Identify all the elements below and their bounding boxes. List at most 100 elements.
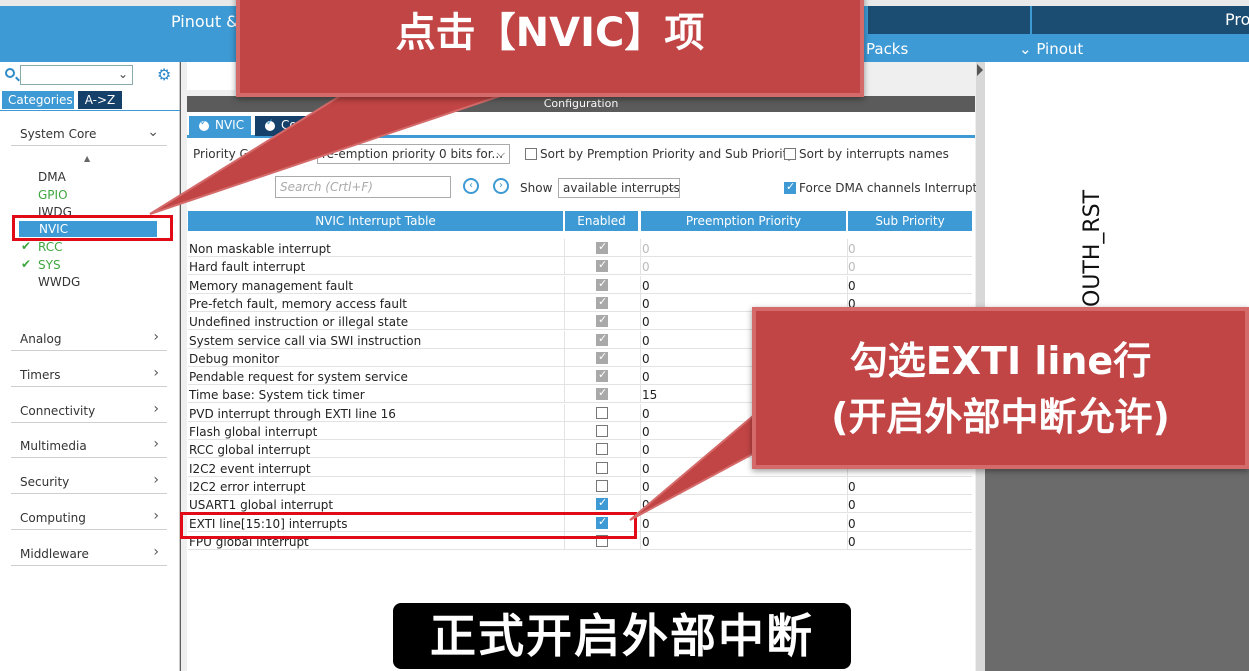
table-row[interactable]: USART1 global interrupt 0 0 bbox=[188, 495, 972, 514]
preemption-priority-cell[interactable]: 0 bbox=[642, 443, 650, 457]
show-select[interactable]: available interrupts ⌵ bbox=[558, 178, 680, 198]
configuration-title: Configuration bbox=[543, 97, 619, 110]
preemption-priority-cell[interactable]: 0 bbox=[642, 535, 650, 549]
table-row[interactable]: I2C2 error interrupt 0 0 bbox=[188, 476, 972, 495]
tab-nvic[interactable]: NVIC bbox=[189, 116, 251, 136]
search-prev-icon[interactable]: ‹ bbox=[463, 178, 479, 194]
sub-priority-cell[interactable]: 0 bbox=[848, 260, 856, 274]
preemption-priority-cell[interactable]: 0 bbox=[642, 297, 650, 311]
table-row[interactable]: Hard fault interrupt 0 0 bbox=[188, 257, 972, 276]
col-header-sub[interactable]: Sub Priority bbox=[848, 211, 972, 231]
tab-code-generation[interactable]: Co bbox=[255, 116, 345, 136]
sidebar-item-gpio[interactable]: GPIO bbox=[38, 188, 68, 202]
sub-priority-cell[interactable]: 0 bbox=[848, 535, 856, 549]
interrupt-name: Hard fault interrupt bbox=[189, 260, 306, 275]
section-middleware[interactable]: Middleware › bbox=[11, 542, 167, 566]
preemption-priority-cell[interactable]: 0 bbox=[642, 279, 650, 293]
chevron-right-icon: › bbox=[153, 436, 159, 452]
collapse-arrow-icon[interactable] bbox=[977, 64, 983, 76]
sub-priority-cell[interactable]: 0 bbox=[848, 517, 856, 531]
tab-strip: Pro bbox=[868, 6, 1249, 34]
table-row[interactable]: Memory management fault 0 0 bbox=[188, 275, 972, 294]
interrupt-search-input[interactable]: Search (Crtl+F) bbox=[275, 176, 451, 198]
enabled-checkbox[interactable] bbox=[596, 425, 608, 437]
enabled-checkbox bbox=[596, 332, 608, 346]
table-row[interactable]: Non maskable interrupt 0 0 bbox=[188, 239, 972, 257]
priority-group-select[interactable]: re-emption priority 0 bits for... ⌵ bbox=[317, 144, 510, 164]
section-analog[interactable]: Analog › bbox=[11, 327, 167, 351]
highlight-nvic bbox=[12, 215, 173, 241]
search-icon bbox=[5, 68, 15, 78]
enabled-checkbox[interactable] bbox=[596, 461, 608, 474]
section-timers[interactable]: Timers › bbox=[11, 363, 167, 387]
preemption-priority-cell[interactable]: 0 bbox=[642, 315, 650, 329]
col-header-name[interactable]: NVIC Interrupt Table bbox=[188, 211, 563, 231]
tab-a-z[interactable]: A->Z bbox=[78, 91, 122, 109]
section-system-core[interactable]: System Core ⌄ bbox=[11, 122, 167, 146]
enabled-checkbox[interactable] bbox=[596, 443, 608, 456]
sub-priority-cell[interactable]: 0 bbox=[848, 480, 856, 494]
section-computing[interactable]: Computing › bbox=[11, 506, 167, 530]
section-security[interactable]: Security › bbox=[11, 470, 167, 494]
column-divider bbox=[564, 440, 565, 459]
callout-text-line2: (开启外部中断允许) bbox=[831, 395, 1170, 439]
preemption-priority-cell[interactable]: 0 bbox=[642, 517, 650, 531]
preemption-priority-cell[interactable]: 0 bbox=[642, 462, 650, 476]
preemption-priority-cell[interactable]: 0 bbox=[642, 352, 650, 366]
force-dma-label: Force DMA channels Interrupts bbox=[799, 181, 984, 195]
sort-names-checkbox[interactable] bbox=[784, 148, 796, 160]
preemption-priority-cell[interactable]: 15 bbox=[642, 388, 657, 402]
tab-categories[interactable]: Categories bbox=[2, 91, 74, 109]
preemption-priority-cell[interactable]: 0 bbox=[642, 498, 650, 512]
preemption-priority-cell[interactable]: 0 bbox=[642, 407, 650, 421]
sort-priority-checkbox[interactable] bbox=[525, 148, 537, 160]
column-divider bbox=[564, 348, 565, 367]
sub-priority-cell[interactable]: 0 bbox=[848, 498, 856, 512]
search-next-icon[interactable]: › bbox=[493, 178, 509, 194]
preemption-priority-cell[interactable]: 0 bbox=[642, 425, 650, 439]
col-header-enabled[interactable]: Enabled bbox=[565, 211, 638, 231]
enabled-checkbox[interactable] bbox=[596, 479, 608, 492]
tab-project-manager[interactable]: Pro bbox=[1225, 10, 1249, 29]
video-subtitle: 正式开启外部中断 bbox=[393, 603, 851, 669]
force-dma-checkbox[interactable] bbox=[784, 180, 796, 194]
preemption-priority-cell[interactable]: 0 bbox=[642, 242, 650, 256]
sidebar-search-combo[interactable]: ⌄ bbox=[20, 65, 133, 85]
sidebar-item-dma[interactable]: DMA bbox=[38, 170, 66, 184]
section-multimedia[interactable]: Multimedia › bbox=[11, 434, 167, 458]
preemption-priority-cell[interactable]: 0 bbox=[642, 260, 650, 274]
section-label: Security bbox=[20, 475, 70, 489]
callout-click-nvic: 点击【NVIC】项 bbox=[236, 0, 864, 97]
col-header-preemption[interactable]: Preemption Priority bbox=[641, 211, 846, 231]
section-connectivity[interactable]: Connectivity › bbox=[11, 399, 167, 423]
preemption-priority-cell[interactable]: 0 bbox=[642, 370, 650, 384]
enabled-checkbox bbox=[596, 240, 608, 254]
chevron-right-icon: › bbox=[153, 365, 159, 381]
column-divider bbox=[564, 495, 565, 514]
preemption-priority-cell[interactable]: 0 bbox=[642, 480, 650, 494]
enabled-checkbox bbox=[596, 295, 608, 309]
sub-priority-cell[interactable]: 0 bbox=[848, 279, 856, 293]
pinout-menu[interactable]: ⌄ Pinout bbox=[1019, 40, 1083, 58]
chevron-right-icon: › bbox=[153, 472, 159, 488]
interrupt-name: Undefined instruction or illegal state bbox=[189, 315, 409, 330]
interrupt-name: Debug monitor bbox=[189, 351, 280, 366]
sidebar-item-sys[interactable]: SYS bbox=[38, 258, 61, 272]
configuration-header: Configuration bbox=[187, 96, 975, 112]
column-divider bbox=[640, 531, 641, 550]
packs-menu[interactable]: Packs bbox=[866, 40, 908, 58]
gear-icon[interactable]: ⚙ bbox=[157, 65, 171, 84]
section-label: Analog bbox=[20, 332, 62, 346]
sidebar-item-wwdg[interactable]: WWDG bbox=[38, 275, 80, 289]
enabled-checkbox bbox=[596, 386, 608, 401]
sub-priority-cell[interactable]: 0 bbox=[848, 242, 856, 256]
tab-pinout-config[interactable]: Pinout & bbox=[171, 12, 239, 31]
scroll-up-icon[interactable]: ▲ bbox=[84, 154, 90, 163]
sidebar-item-rcc[interactable]: RCC bbox=[38, 240, 63, 254]
column-divider bbox=[564, 403, 565, 422]
preemption-priority-cell[interactable]: 0 bbox=[642, 334, 650, 348]
enabled-checkbox[interactable] bbox=[596, 406, 608, 419]
interrupt-name: Pre-fetch fault, memory access fault bbox=[189, 296, 408, 311]
chevron-right-icon: › bbox=[153, 544, 159, 560]
enabled-checkbox[interactable] bbox=[596, 496, 608, 511]
